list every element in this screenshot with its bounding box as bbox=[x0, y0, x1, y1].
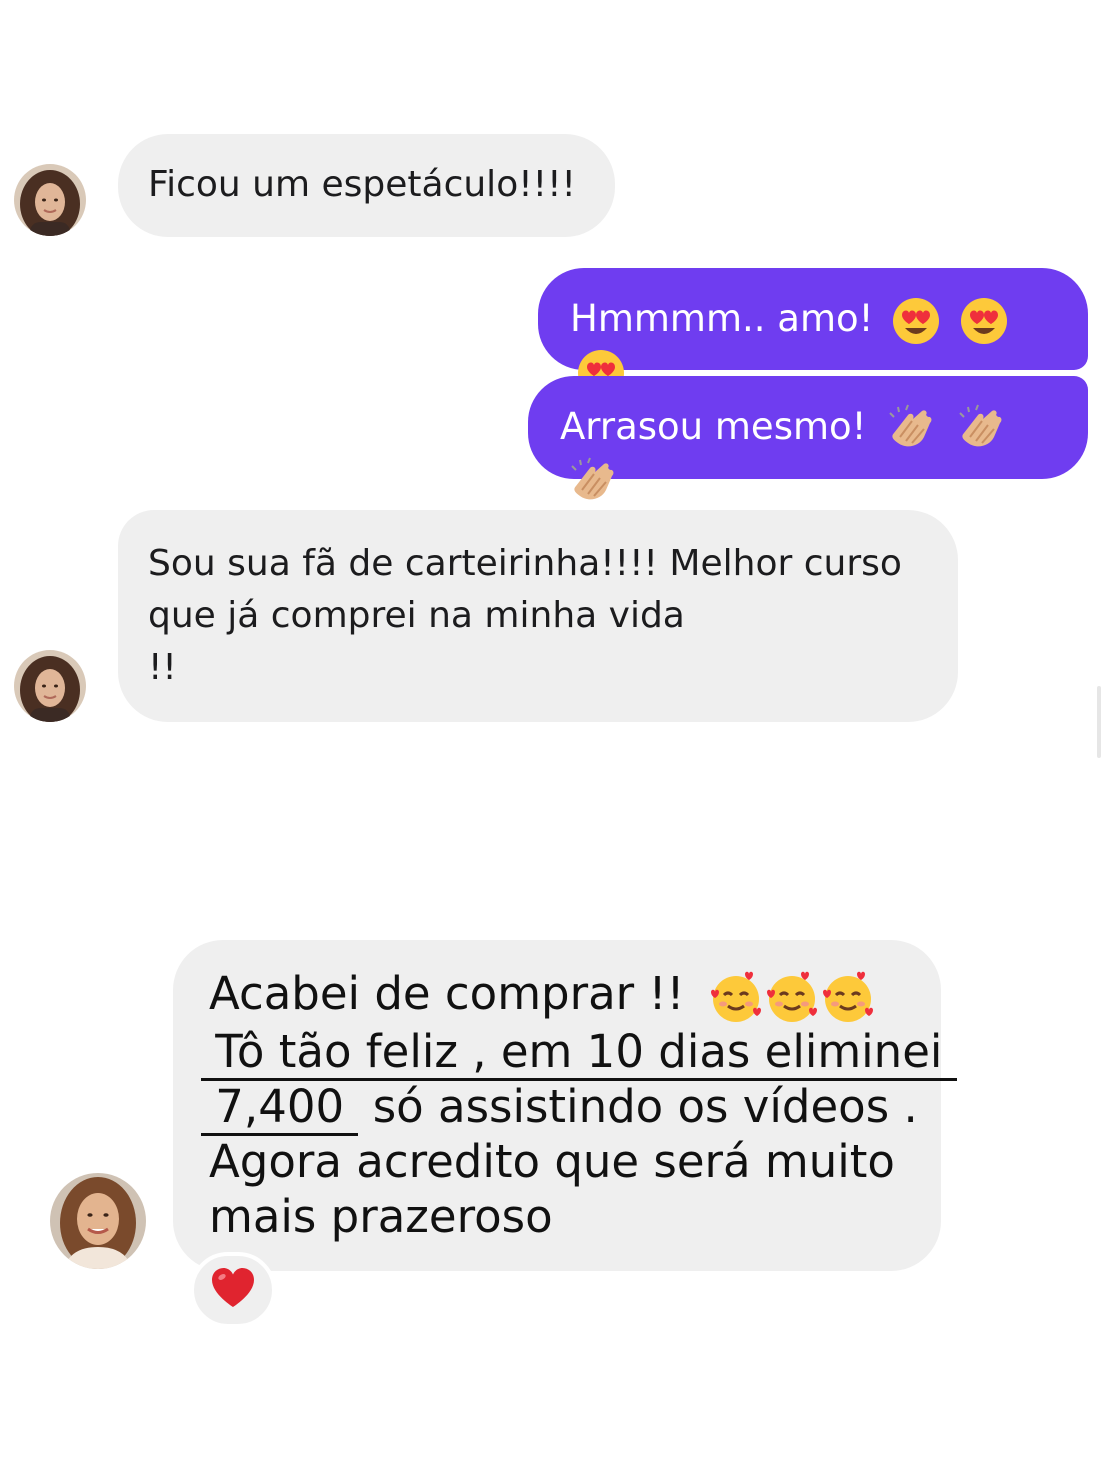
message-text-line: Acabei de comprar !! bbox=[209, 966, 905, 1024]
clapping-hands-emoji-icon bbox=[566, 456, 618, 508]
outgoing-message-bubble[interactable]: Hmmmm.. amo! bbox=[538, 268, 1088, 396]
outgoing-message-bubble[interactable]: Arrasou mesmo! bbox=[528, 376, 1088, 500]
sender-avatar[interactable] bbox=[50, 1173, 146, 1269]
smiling-face-with-hearts-emoji-icon bbox=[765, 970, 819, 1024]
chat-screen: Ficou um espetáculo!!!! Hmmmm.. amo! Arr… bbox=[0, 0, 1107, 1476]
message-reaction[interactable] bbox=[190, 1252, 276, 1328]
message-text: Acabei de comprar !! bbox=[209, 967, 685, 1020]
message-text-line: mais prazeroso bbox=[209, 1190, 553, 1243]
sender-avatar[interactable] bbox=[14, 164, 86, 236]
incoming-message-bubble[interactable]: Ficou um espetáculo!!!! bbox=[118, 134, 615, 237]
message-text-line: 7,400 só assistindo os vídeos . bbox=[201, 1079, 918, 1136]
avatar-photo bbox=[14, 164, 86, 236]
scrollbar[interactable] bbox=[1097, 686, 1101, 758]
message-text: só assistindo os vídeos . bbox=[358, 1080, 918, 1133]
message-text: Arrasou mesmo! bbox=[560, 405, 867, 448]
message-text: Ficou um espetáculo!!!! bbox=[148, 164, 576, 205]
message-text-line: !! bbox=[148, 647, 177, 688]
message-text-line: Sou sua fã de carteirinha!!!! Melhor cur… bbox=[148, 543, 902, 584]
message-text-line: Tô tão feliz , em 10 dias eliminei bbox=[201, 1024, 957, 1081]
sender-avatar[interactable] bbox=[14, 650, 86, 722]
heart-eyes-emoji-icon bbox=[891, 296, 941, 346]
underlined-text: 7,400 bbox=[201, 1080, 359, 1136]
clapping-hands-emoji-icon bbox=[954, 403, 1006, 455]
heart-eyes-emoji-icon bbox=[959, 296, 1009, 346]
message-text-line: Agora acredito que será muito bbox=[209, 1135, 895, 1188]
message-text: Hmmmm.. amo! bbox=[570, 297, 874, 340]
smiling-face-with-hearts-emoji-icon bbox=[709, 970, 763, 1024]
smiling-face-with-hearts-emoji-icon bbox=[821, 970, 875, 1024]
avatar-photo bbox=[50, 1173, 146, 1269]
avatar-photo bbox=[14, 650, 86, 722]
message-text-line: que já comprei na minha vida bbox=[148, 595, 685, 636]
clapping-hands-emoji-icon bbox=[884, 403, 936, 455]
incoming-message-bubble[interactable]: Sou sua fã de carteirinha!!!! Melhor cur… bbox=[118, 510, 958, 722]
red-heart-icon bbox=[210, 1267, 256, 1313]
underlined-text: Tô tão feliz , em 10 dias eliminei bbox=[201, 1025, 957, 1081]
incoming-message-bubble[interactable]: Acabei de comprar !! Tô tão feliz , em 1… bbox=[173, 940, 957, 1271]
